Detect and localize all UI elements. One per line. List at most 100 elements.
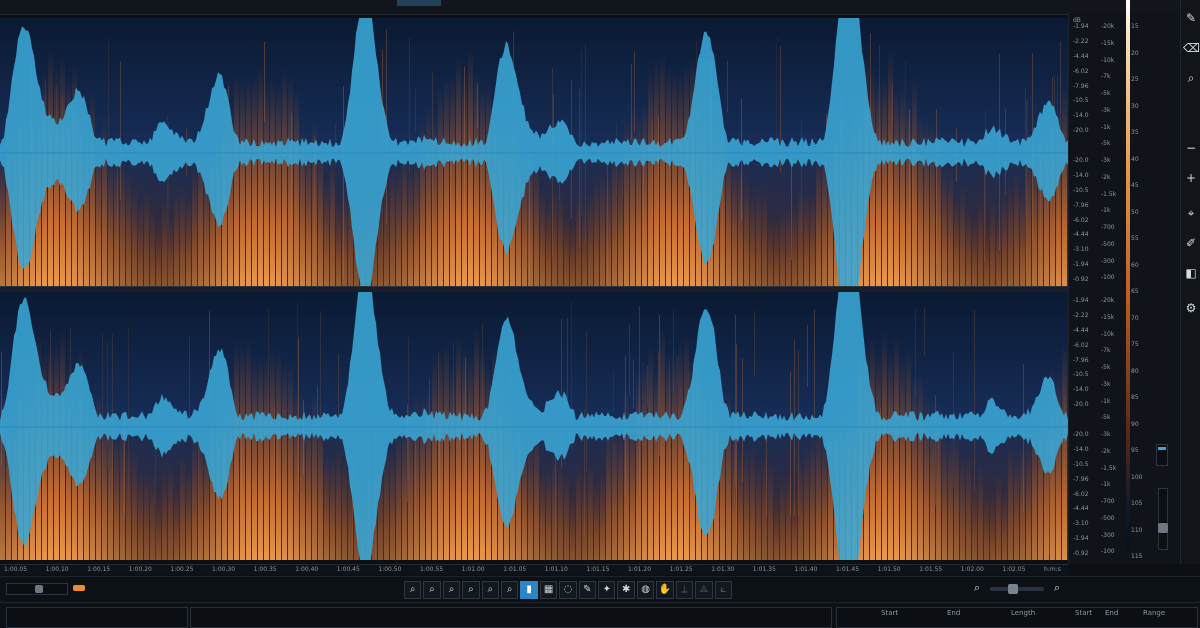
amplitude-label: -7.96 <box>1073 356 1089 364</box>
spectral-energy-column <box>138 200 143 286</box>
spectral-energy-column <box>426 106 431 286</box>
spectral-energy-column <box>912 375 917 560</box>
spectral-energy-column <box>1020 188 1025 286</box>
zoom-sel-icon[interactable]: ⌕ <box>442 581 461 599</box>
time-select-icon[interactable]: ▮ <box>520 581 538 599</box>
db-scale-label: 95 <box>1131 447 1139 454</box>
spectral-energy-column <box>0 151 5 286</box>
spectral-energy-column <box>564 215 569 286</box>
spectral-streak <box>647 365 648 408</box>
spectral-energy-column <box>660 53 665 286</box>
plus-icon[interactable]: + <box>1183 170 1199 186</box>
zoom-full-icon[interactable]: ⌕ <box>462 581 480 599</box>
timeline-label: 1:01.25 <box>669 566 693 573</box>
timeline-label: 1:00.35 <box>253 566 277 573</box>
zoom-in-icon[interactable]: ⌕ <box>404 581 422 599</box>
gear-icon[interactable]: ⚙ <box>1183 300 1199 316</box>
db-scale-label: 50 <box>1131 208 1139 216</box>
horizontal-zoom[interactable] <box>6 583 68 595</box>
spectral-energy-column <box>606 425 611 560</box>
freq-select-icon[interactable]: ▦ <box>539 581 558 599</box>
amplitude-label: -2.22 <box>1073 311 1089 319</box>
pencil-icon[interactable]: ✎ <box>1183 10 1199 26</box>
spectral-energy-column <box>900 84 905 286</box>
magic-wand-icon[interactable]: ✦ <box>598 581 616 599</box>
spectral-energy-column <box>456 56 461 286</box>
spectral-energy-column <box>786 206 791 286</box>
zoom-bar[interactable] <box>990 584 1044 594</box>
spectrogram-channel-1[interactable] <box>0 18 1068 286</box>
spectral-energy-column <box>444 76 449 286</box>
brush-icon[interactable]: ✎ <box>578 581 597 599</box>
spectral-streak <box>790 371 791 517</box>
zoom-knob[interactable] <box>1008 584 1018 594</box>
zoom-prev-icon[interactable]: ⌕ <box>481 581 500 599</box>
db-scale-label: 90 <box>1131 420 1139 428</box>
spectral-energy-column <box>540 470 545 560</box>
spectrogram-svg-1[interactable] <box>0 18 1068 286</box>
amplitude-label: -4.44 <box>1073 231 1089 239</box>
zoom-in-icon[interactable]: ⌕ <box>1050 581 1064 595</box>
minus-icon[interactable]: − <box>1183 140 1199 156</box>
selection-marker[interactable] <box>397 0 441 6</box>
find-similar-icon[interactable]: ✱ <box>617 581 635 599</box>
spectral-energy-column <box>132 183 137 286</box>
spectral-energy-column <box>276 84 281 286</box>
amplitude-label: -4.44 <box>1073 52 1089 60</box>
spectral-streak <box>639 305 640 496</box>
db-scale-label: 80 <box>1131 367 1139 375</box>
spectral-energy-column <box>282 67 287 286</box>
spectral-energy-column <box>156 493 161 560</box>
marker-flag-icon[interactable] <box>73 585 85 591</box>
amplitude-label: -1.94 <box>1073 261 1089 269</box>
spectral-streak <box>123 428 124 560</box>
hzoom-knob[interactable] <box>35 585 43 593</box>
spectral-energy-column <box>414 156 419 286</box>
disabled-1-icon[interactable]: ⟂ <box>675 581 694 599</box>
spectral-energy-column <box>474 326 479 560</box>
cursor-icon[interactable]: ⌖ <box>1183 205 1199 221</box>
spectral-energy-column <box>468 355 473 560</box>
frequency-label: -100 <box>1101 548 1115 556</box>
zoom-next-icon[interactable]: ⌕ <box>501 581 519 599</box>
vertical-zoom-slider[interactable] <box>1158 488 1168 550</box>
spectral-energy-column <box>894 87 899 286</box>
spectral-energy-column <box>918 114 923 286</box>
zoom-out-icon[interactable]: ⌕ <box>970 581 984 595</box>
brush-icon[interactable]: ✐ <box>1183 235 1199 251</box>
panel-header-length: Length <box>1011 609 1036 617</box>
db-scale-label: 105 <box>1131 500 1143 507</box>
spectrogram-svg-2[interactable] <box>0 292 1068 560</box>
spectral-streak <box>128 326 129 499</box>
timeline-label: 1:01.15 <box>586 566 610 573</box>
spectral-energy-column <box>1008 444 1013 560</box>
tool-palette: ⌕ ⌕ ⌕ ⌕ ⌕ ⌕ ▮ ▦ ◌ ✎ ✦ ✱ ◍ ✋ ⟂ ⟁ ⟀ <box>404 581 732 599</box>
spectrogram-channel-2[interactable] <box>0 292 1068 560</box>
hand-icon[interactable]: ✋ <box>656 581 674 599</box>
spectral-energy-column <box>906 97 911 286</box>
amplitude-label: -10.5 <box>1073 186 1089 194</box>
spectrogram-colorbar <box>1126 0 1130 550</box>
timeline-label: 1:00.05 <box>4 566 28 573</box>
lasso-icon[interactable]: ◌ <box>559 581 577 599</box>
slider-knob[interactable] <box>1158 523 1168 533</box>
frequency-label: -2k <box>1101 447 1111 455</box>
frequency-label: -1k <box>1101 481 1111 489</box>
zoom-icon[interactable]: ⌕ <box>1183 70 1199 86</box>
zoom-out-icon[interactable]: ⌕ <box>423 581 441 599</box>
spectral-energy-column <box>1002 490 1007 560</box>
spectral-energy-column <box>162 470 167 560</box>
spectral-energy-column <box>534 157 539 286</box>
spectral-energy-column <box>444 343 449 560</box>
spectral-energy-column <box>528 437 533 560</box>
spectral-energy-column <box>174 191 179 286</box>
timeline-ruler[interactable]: 1:00.05 1:00.10 1:00.15 1:00.20 1:00.25 1:00.… <box>0 564 1068 575</box>
eraser-icon[interactable]: ⌫ <box>1183 40 1200 56</box>
spectral-energy-column <box>984 490 989 560</box>
timeline-label: 1:00.45 <box>336 566 360 573</box>
grab-icon[interactable]: ◍ <box>636 581 655 599</box>
disabled-2-icon[interactable]: ⟁ <box>695 581 713 599</box>
disabled-3-icon[interactable]: ⟀ <box>714 581 732 599</box>
fill-icon[interactable]: ◧ <box>1183 265 1199 281</box>
db-scale-label: 30 <box>1131 102 1139 110</box>
